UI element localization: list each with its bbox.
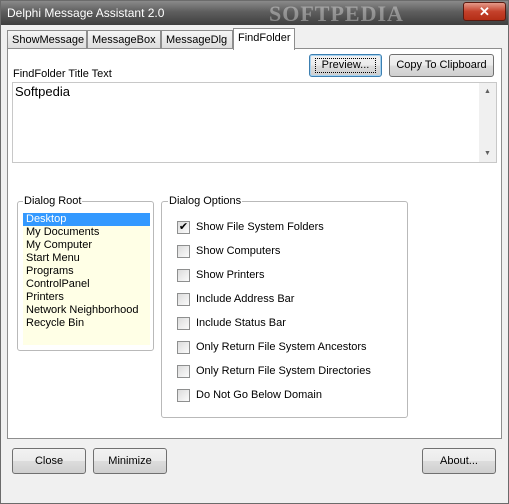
- dialog-root-legend: Dialog Root: [23, 195, 83, 207]
- checkbox[interactable]: [177, 293, 190, 306]
- dialog-options-legend: Dialog Options: [168, 195, 243, 207]
- list-item[interactable]: Recycle Bin: [23, 317, 150, 330]
- option-label: Only Return File System Ancestors: [196, 341, 367, 353]
- dialog-options-group: Dialog Options ✔ Show File System Folder…: [161, 195, 408, 418]
- title-text-input[interactable]: Softpedia ▲ ▼: [12, 82, 497, 163]
- checkbox[interactable]: [177, 341, 190, 354]
- close-button-label: Close: [34, 455, 64, 467]
- close-icon: ✕: [479, 4, 490, 19]
- checkbox[interactable]: [177, 365, 190, 378]
- about-button-label: About...: [440, 455, 478, 467]
- tab-label: ShowMessage: [12, 34, 85, 46]
- title-text-label: FindFolder Title Text: [13, 68, 112, 80]
- window-close-button[interactable]: ✕: [463, 2, 506, 21]
- window-title: Delphi Message Assistant 2.0: [7, 6, 165, 20]
- preview-button[interactable]: Preview...: [309, 54, 382, 77]
- option-label: Only Return File System Directories: [196, 365, 371, 377]
- scroll-down-icon[interactable]: ▼: [479, 145, 496, 162]
- option-label: Show Printers: [196, 269, 265, 281]
- checkbox[interactable]: [177, 269, 190, 282]
- list-item[interactable]: Printers: [23, 291, 150, 304]
- tab-messagedlg[interactable]: MessageDlg: [161, 30, 233, 49]
- option-label: Show File System Folders: [196, 221, 324, 233]
- copy-to-clipboard-button[interactable]: Copy To Clipboard: [389, 54, 494, 77]
- footer-bar: Close Minimize About...: [1, 439, 508, 503]
- list-item[interactable]: My Documents: [23, 226, 150, 239]
- option-label: Include Address Bar: [196, 293, 295, 305]
- dialog-root-list[interactable]: Desktop My Documents My Computer Start M…: [23, 213, 150, 345]
- tab-label: MessageBox: [92, 34, 156, 46]
- title-text-value: Softpedia: [15, 84, 70, 99]
- tab-label: FindFolder: [238, 32, 291, 44]
- scroll-up-icon[interactable]: ▲: [479, 83, 496, 100]
- tab-findfolder[interactable]: FindFolder: [233, 28, 295, 50]
- option-label: Include Status Bar: [196, 317, 286, 329]
- list-item[interactable]: Start Menu: [23, 252, 150, 265]
- list-item[interactable]: My Computer: [23, 239, 150, 252]
- checkbox[interactable]: [177, 389, 190, 402]
- tab-showmessage[interactable]: ShowMessage: [7, 30, 87, 49]
- tab-label: MessageDlg: [166, 34, 228, 46]
- findfolder-panel: Preview... Copy To Clipboard FindFolder …: [7, 48, 502, 439]
- minimize-button-label: Minimize: [108, 455, 152, 467]
- option-label: Show Computers: [196, 245, 281, 257]
- about-button[interactable]: About...: [422, 448, 496, 474]
- minimize-button[interactable]: Minimize: [93, 448, 167, 474]
- list-item[interactable]: Programs: [23, 265, 150, 278]
- watermark-logo: SOFTPEDIA: [269, 1, 404, 26]
- title-text-scrollbar[interactable]: ▲ ▼: [479, 83, 496, 162]
- list-item[interactable]: Desktop: [23, 213, 150, 226]
- preview-button-label: Preview...: [314, 58, 377, 73]
- list-item[interactable]: Network Neighborhood: [23, 304, 150, 317]
- app-window: Delphi Message Assistant 2.0 SOFTPEDIA ✕…: [0, 0, 509, 504]
- dialog-root-group: Dialog Root Desktop My Documents My Comp…: [17, 195, 154, 351]
- tab-messagebox[interactable]: MessageBox: [87, 30, 161, 49]
- checkbox[interactable]: [177, 245, 190, 258]
- title-bar[interactable]: Delphi Message Assistant 2.0 SOFTPEDIA ✕: [1, 1, 508, 26]
- checkbox[interactable]: [177, 317, 190, 330]
- option-label: Do Not Go Below Domain: [196, 389, 322, 401]
- close-button[interactable]: Close: [12, 448, 86, 474]
- checkbox-checked[interactable]: ✔: [177, 221, 190, 234]
- copy-to-clipboard-label: Copy To Clipboard: [396, 59, 487, 71]
- list-item[interactable]: ControlPanel: [23, 278, 150, 291]
